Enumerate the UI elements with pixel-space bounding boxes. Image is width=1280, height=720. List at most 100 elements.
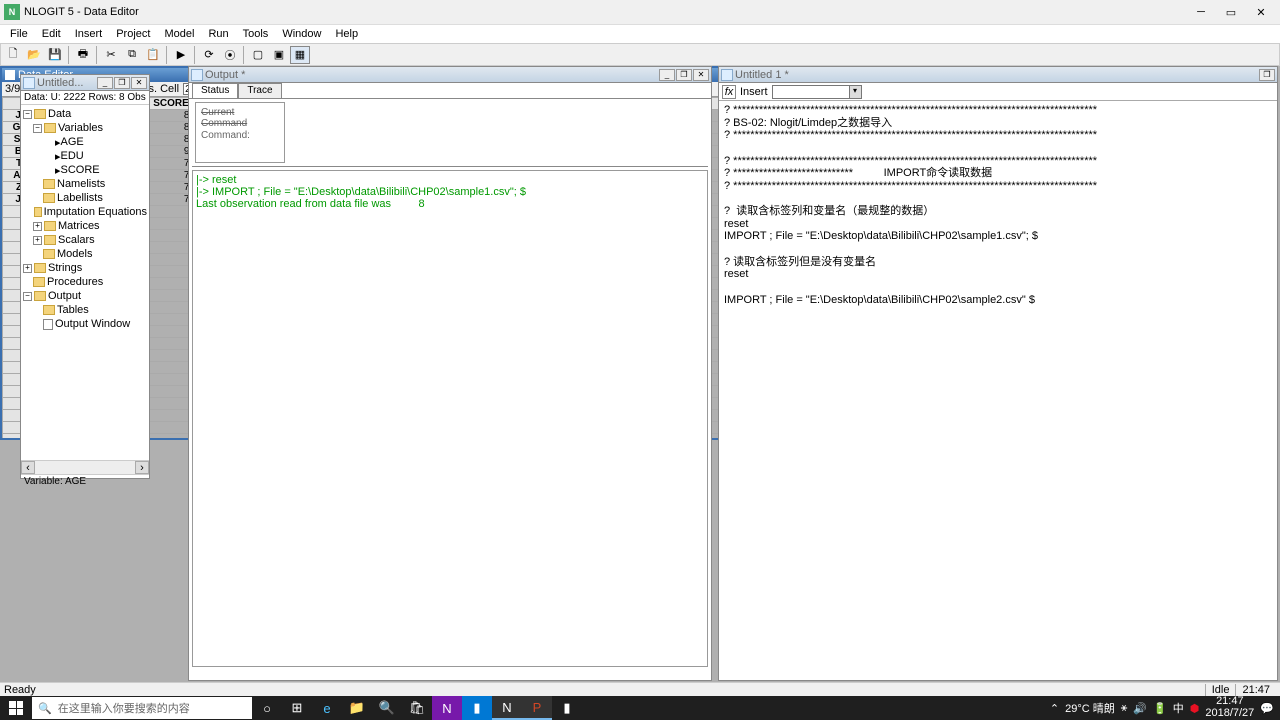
tree-strings[interactable]: +Strings [23,261,147,275]
search-box[interactable]: 🔍 在这里输入你要搜索的内容 [32,697,252,719]
project-icon [23,77,35,89]
volume-icon[interactable]: 🔊 [1133,702,1147,715]
tree-models[interactable]: Models [23,247,147,261]
system-tray[interactable]: ⌃ 29°C 晴朗 ⚹ 🔊 🔋 中 ⬢ 21:47 2018/7/27 💬 [1044,696,1280,719]
tree-variables[interactable]: −Variables [23,121,147,135]
copy-button[interactable]: ⧉ [122,46,142,64]
nlogit-taskbar-icon[interactable]: N [492,696,522,720]
menu-insert[interactable]: Insert [69,26,109,42]
window1-button[interactable]: ▢ [248,46,268,64]
store-icon[interactable]: 🛍 [402,696,432,720]
save-button[interactable]: 💾 [45,46,65,64]
tree-data[interactable]: −Data [23,107,147,121]
menu-help[interactable]: Help [329,26,364,42]
taskview-button[interactable]: ⊞ [282,696,312,720]
window2-button[interactable]: ▣ [269,46,289,64]
battery-icon[interactable]: 🔋 [1153,702,1167,715]
panel-max-button[interactable]: ❐ [1259,69,1275,81]
powerpoint-icon[interactable]: P [522,696,552,720]
stop-button[interactable]: ⦿ [220,46,240,64]
menu-edit[interactable]: Edit [36,26,67,42]
output-line: |-> IMPORT ; File = "E:\Desktop\data\Bil… [196,186,704,198]
status-time: 21:47 [1235,684,1276,696]
current-command-label: Current Command [201,107,279,129]
tree-tables[interactable]: Tables [23,303,147,317]
window3-button[interactable]: ▦ [290,46,310,64]
close-button[interactable]: ✕ [1246,2,1276,22]
clock[interactable]: 21:47 2018/7/27 [1205,696,1254,719]
script-panel: Untitled 1 * ❐ fx Insert ▾ ? ***********… [718,66,1278,681]
run-button[interactable]: ▶ [171,46,191,64]
cortana-button[interactable]: ○ [252,696,282,720]
print-button[interactable]: 🖶 [73,46,93,64]
tree-var-age[interactable]: ▸ AGE [23,135,147,149]
fx-icon[interactable]: fx [722,85,736,99]
tree-var-score[interactable]: ▸ SCORE [23,163,147,177]
panel-min-button[interactable]: _ [659,69,675,81]
chevron-down-icon[interactable]: ▾ [849,86,861,98]
menu-window[interactable]: Window [276,26,327,42]
menu-project[interactable]: Project [110,26,156,42]
menu-file[interactable]: File [4,26,34,42]
tree-output-window[interactable]: Output Window [23,317,147,331]
project-info: Data: U: 2222 Rows: 8 Obs [21,91,149,105]
panel-close-button[interactable]: ✕ [131,77,147,89]
shield-icon[interactable]: ⬢ [1190,702,1200,715]
tray-chevron-icon[interactable]: ⌃ [1050,702,1059,715]
menu-tools[interactable]: Tools [237,26,275,42]
panel-restore-button[interactable]: ❐ [114,77,130,89]
panel-min-button[interactable]: _ [97,77,113,89]
command-label: Command: [201,130,279,141]
menu-run[interactable]: Run [202,26,234,42]
paste-button[interactable]: 📋 [143,46,163,64]
onenote-icon[interactable]: N [432,696,462,720]
tab-trace[interactable]: Trace [238,83,281,98]
tree-matrices[interactable]: +Matrices [23,219,147,233]
output-panel-title[interactable]: Output * _ ❐ ✕ [189,67,711,83]
edge-icon[interactable]: e [312,696,342,720]
maximize-button[interactable]: ▭ [1216,2,1246,22]
tree-namelists[interactable]: Namelists [23,177,147,191]
tab-status[interactable]: Status [192,83,238,98]
script-line: IMPORT ; File = "E:\Desktop\data\Bilibil… [724,230,1272,243]
app-icon[interactable]: ▮ [462,696,492,720]
minimize-button[interactable]: ─ [1186,2,1216,22]
tree-procedures[interactable]: Procedures [23,275,147,289]
ime-icon[interactable]: 中 [1173,700,1184,716]
menu-model[interactable]: Model [158,26,200,42]
panel-close-button[interactable]: ✕ [693,69,709,81]
script-line: ? **************************** IMPORT命令读… [724,167,1272,180]
toolbar-separator [194,46,196,64]
open-button[interactable]: 📂 [24,46,44,64]
tree-var-edu[interactable]: ▸ EDU [23,149,147,163]
script-panel-title[interactable]: Untitled 1 * ❐ [719,67,1277,83]
tree-labellists[interactable]: Labellists [23,191,147,205]
status-idle: Idle [1205,684,1236,696]
search-app-icon[interactable]: 🔍 [372,696,402,720]
script-line: ? BS-02: Nlogit/Limdep之数据导入 [724,117,1272,130]
project-panel-title[interactable]: Untitled... _ ❐ ✕ [21,75,149,91]
refresh-button[interactable]: ⟳ [199,46,219,64]
output-icon [191,69,203,81]
start-button[interactable] [0,696,32,720]
output-body[interactable]: |-> reset |-> IMPORT ; File = "E:\Deskto… [192,170,708,667]
tree-output[interactable]: −Output [23,289,147,303]
script-body[interactable]: ? **************************************… [719,101,1277,309]
terminal-icon[interactable]: ▮ [552,696,582,720]
app-titlebar: N NLOGIT 5 - Data Editor ─ ▭ ✕ [0,0,1280,25]
project-hscroll[interactable]: ‹› [21,460,149,474]
project-tree[interactable]: −Data −Variables ▸ AGE ▸ EDU ▸ SCORE Nam… [21,105,149,460]
tree-imputation[interactable]: Imputation Equations [23,205,147,219]
insert-combo[interactable]: ▾ [772,85,862,99]
explorer-icon[interactable]: 📁 [342,696,372,720]
notifications-icon[interactable]: 💬 [1260,702,1274,715]
script-line: ? 读取含标签列但是没有变量名 [724,256,1272,269]
cut-button[interactable]: ✂ [101,46,121,64]
tree-scalars[interactable]: +Scalars [23,233,147,247]
weather-widget[interactable]: 29°C 晴朗 [1065,700,1115,716]
data-editor-icon [5,70,15,80]
new-button[interactable]: 🗋 [3,46,23,64]
panel-restore-button[interactable]: ❐ [676,69,692,81]
output-tabs: Status Trace [189,83,711,99]
network-icon[interactable]: ⚹ [1121,702,1128,715]
